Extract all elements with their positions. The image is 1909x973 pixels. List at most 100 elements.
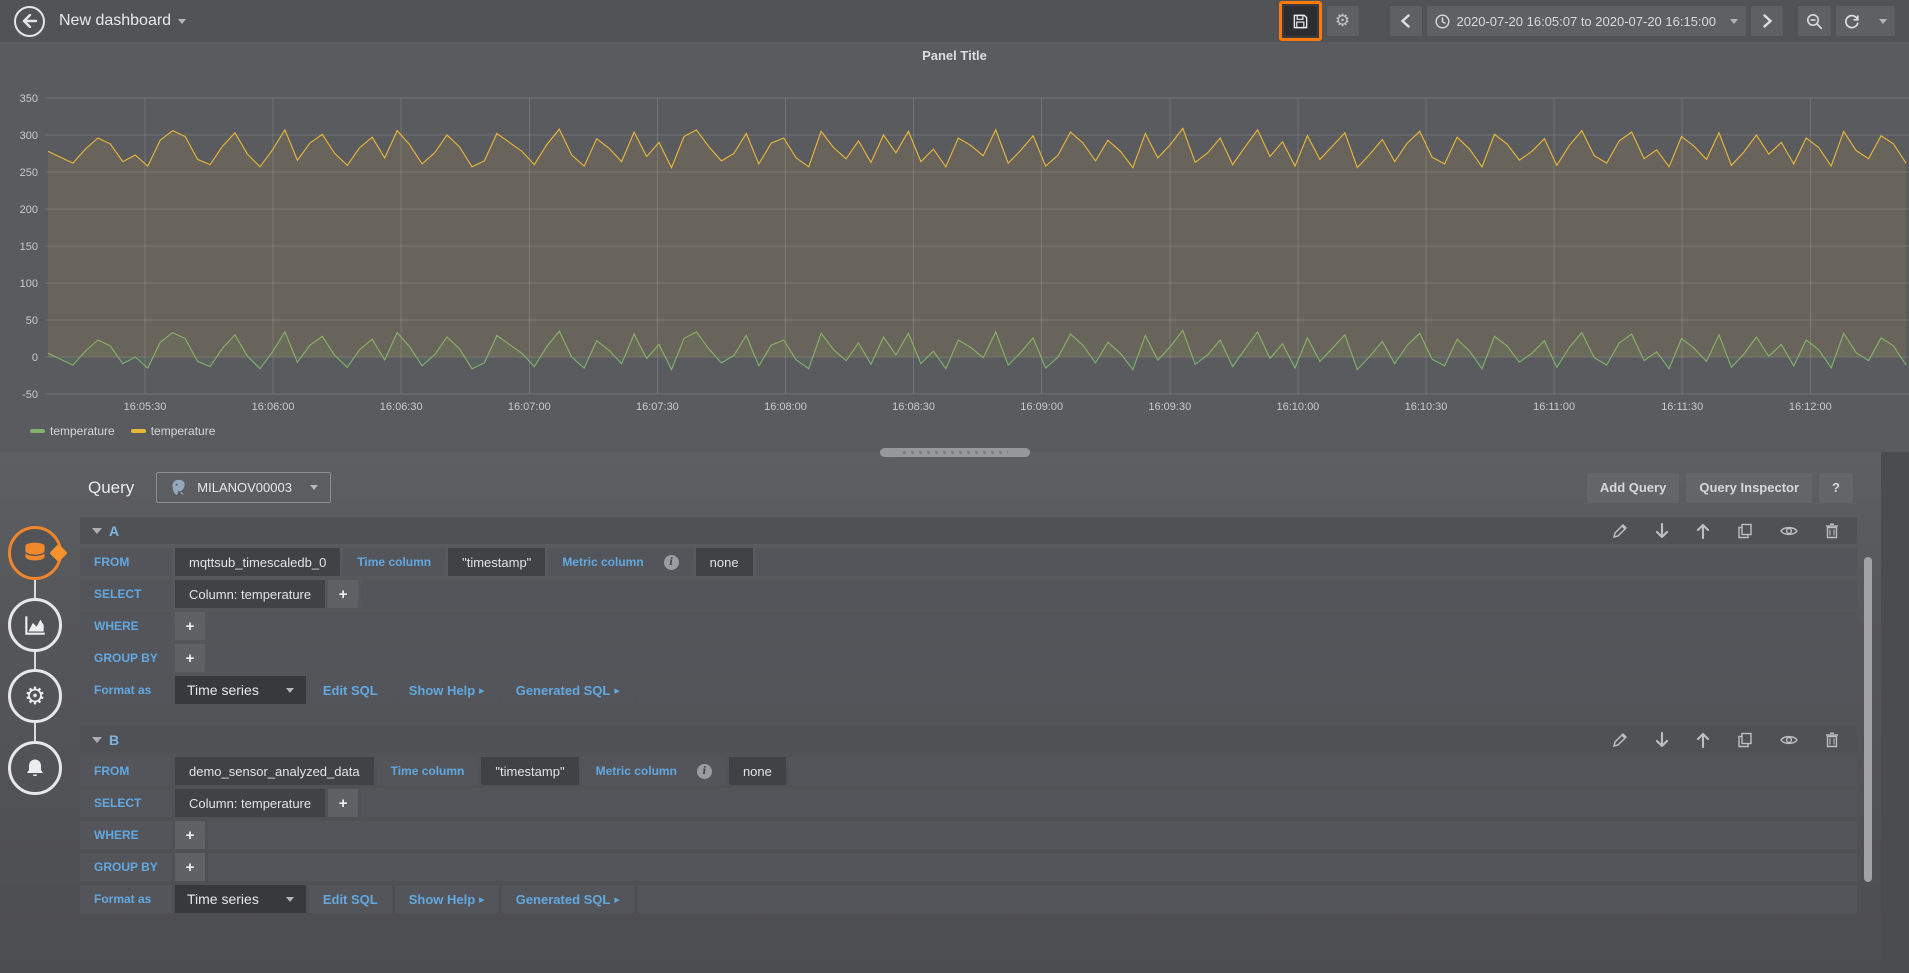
panel-resize-handle[interactable] <box>880 448 1030 457</box>
help-button[interactable]: ? <box>1819 473 1853 503</box>
tab-connector-line <box>34 552 36 767</box>
query-part-keyword[interactable]: Metric columni <box>582 757 726 785</box>
time-range-picker[interactable]: 2020-07-20 16:05:07 to 2020-07-20 16:15:… <box>1427 6 1747 36</box>
collapse-caret-icon[interactable] <box>92 737 102 743</box>
row-filler <box>756 548 1857 576</box>
add-part-button[interactable]: + <box>175 853 205 881</box>
plus-icon: + <box>186 827 195 844</box>
expand-arrow-icon: ▸ <box>479 893 485 906</box>
edit-icon <box>1612 523 1628 539</box>
generated-sql-link[interactable]: Generated SQL▸ <box>502 676 634 704</box>
dashboard-title[interactable]: New dashboard <box>59 12 171 30</box>
query-inspector-button[interactable]: Query Inspector <box>1686 473 1812 503</box>
svg-text:16:06:00: 16:06:00 <box>252 401 295 413</box>
add-query-button[interactable]: Add Query <box>1587 473 1679 503</box>
scrollbar-thumb[interactable] <box>1864 557 1872 882</box>
query-part-row-group-by: GROUP BY+ <box>80 644 1857 672</box>
duplicate-query-button[interactable] <box>1737 523 1753 539</box>
back-arrow-icon <box>22 14 38 28</box>
show-help-link[interactable]: Show Help▸ <box>395 885 499 913</box>
expand-arrow-icon: ▸ <box>614 893 620 906</box>
editor-tab-sidebar: ⚙ <box>0 452 80 973</box>
add-part-button[interactable]: + <box>328 789 358 817</box>
refresh-button[interactable] <box>1836 6 1895 36</box>
collapse-caret-icon[interactable] <box>92 528 102 534</box>
tab-general[interactable]: ⚙ <box>8 669 62 723</box>
time-shift-back-button[interactable] <box>1390 6 1422 36</box>
panel-editor: ⚙ Query MILANOV00003 Add Query <box>0 452 1909 973</box>
legend-item[interactable]: temperature <box>30 424 115 438</box>
row-filler <box>361 580 1857 608</box>
query-header: Query MILANOV00003 Add Query Query Inspe… <box>88 472 1857 503</box>
tab-queries[interactable] <box>8 526 62 580</box>
legend-item[interactable]: temperature <box>131 424 216 438</box>
info-icon[interactable]: i <box>697 764 712 779</box>
svg-text:16:08:00: 16:08:00 <box>764 401 807 413</box>
query-part-value[interactable]: "timestamp" <box>448 548 545 576</box>
query-part-value[interactable]: "timestamp" <box>481 757 578 785</box>
chevron-down-icon <box>1730 19 1738 24</box>
svg-text:16:12:00: 16:12:00 <box>1789 401 1832 413</box>
add-part-button[interactable]: + <box>175 821 205 849</box>
edit-query-button[interactable] <box>1612 732 1628 748</box>
duplicate-icon <box>1737 523 1753 539</box>
time-shift-forward-button[interactable] <box>1751 6 1783 36</box>
query-part-row-format-as: Format asTime seriesEdit SQLShow Help▸Ge… <box>80 885 1857 913</box>
row-filler <box>361 789 1857 817</box>
query-row-header[interactable]: A <box>80 517 1857 544</box>
row-filler <box>208 612 1857 640</box>
panel-title[interactable]: Panel Title <box>0 48 1909 63</box>
svg-text:100: 100 <box>20 278 38 290</box>
edit-sql-link[interactable]: Edit SQL <box>309 885 392 913</box>
delete-query-button[interactable] <box>1825 523 1839 539</box>
chart-legend: temperature temperature <box>30 424 215 438</box>
format-as-select[interactable]: Time series <box>175 885 306 913</box>
query-row-header[interactable]: B <box>80 726 1857 753</box>
query-part-value[interactable]: Column: temperature <box>175 789 325 817</box>
query-part-value[interactable]: demo_sensor_analyzed_data <box>175 757 374 785</box>
delete-query-button[interactable] <box>1825 732 1839 748</box>
query-part-keyword[interactable]: Time column <box>377 757 479 785</box>
expand-arrow-icon: ▸ <box>614 684 620 697</box>
chevron-down-icon[interactable] <box>178 19 186 24</box>
query-part-keyword[interactable]: Metric columni <box>548 548 692 576</box>
add-part-button[interactable]: + <box>175 612 205 640</box>
move-up-query-button[interactable] <box>1696 732 1710 748</box>
active-tab-pointer <box>49 544 67 562</box>
format-as-select[interactable]: Time series <box>175 676 306 704</box>
chevron-down-icon <box>286 688 294 693</box>
duplicate-query-button[interactable] <box>1737 732 1753 748</box>
edit-sql-link[interactable]: Edit SQL <box>309 676 392 704</box>
dashboard-settings-button[interactable]: ⚙ <box>1327 6 1359 36</box>
info-icon[interactable]: i <box>664 555 679 570</box>
move-down-icon <box>1655 523 1669 539</box>
add-part-button[interactable]: + <box>328 580 358 608</box>
move-up-query-button[interactable] <box>1696 523 1710 539</box>
query-part-value[interactable]: none <box>696 548 753 576</box>
save-dashboard-button[interactable] <box>1284 6 1317 36</box>
query-part-keyword[interactable]: Time column <box>343 548 445 576</box>
sql-keyword-label: GROUP BY <box>80 644 172 672</box>
back-button[interactable] <box>14 6 45 37</box>
datasource-picker[interactable]: MILANOV00003 <box>156 472 331 503</box>
edit-query-button[interactable] <box>1612 523 1628 539</box>
sql-keyword-label: GROUP BY <box>80 853 172 881</box>
query-part-value[interactable]: mqttsub_timescaledb_0 <box>175 548 340 576</box>
move-down-query-button[interactable] <box>1655 523 1669 539</box>
tab-visualization[interactable] <box>8 598 62 652</box>
refresh-interval-dropdown-icon[interactable] <box>1879 19 1887 24</box>
query-part-value[interactable]: Column: temperature <box>175 580 325 608</box>
time-series-chart[interactable]: 350300250200150100500-5016:05:3016:06:00… <box>0 76 1909 418</box>
tab-alert[interactable] <box>8 741 62 795</box>
datasource-name: MILANOV00003 <box>197 480 292 495</box>
toggle-visibility-query-button[interactable] <box>1780 524 1798 538</box>
row-filler <box>208 853 1857 881</box>
toggle-visibility-query-button[interactable] <box>1780 733 1798 747</box>
generated-sql-link[interactable]: Generated SQL▸ <box>502 885 634 913</box>
move-down-query-button[interactable] <box>1655 732 1669 748</box>
add-part-button[interactable]: + <box>175 644 205 672</box>
query-part-value[interactable]: none <box>729 757 786 785</box>
zoom-out-time-button[interactable] <box>1798 6 1831 36</box>
show-help-link[interactable]: Show Help▸ <box>395 676 499 704</box>
svg-text:16:09:00: 16:09:00 <box>1020 401 1063 413</box>
